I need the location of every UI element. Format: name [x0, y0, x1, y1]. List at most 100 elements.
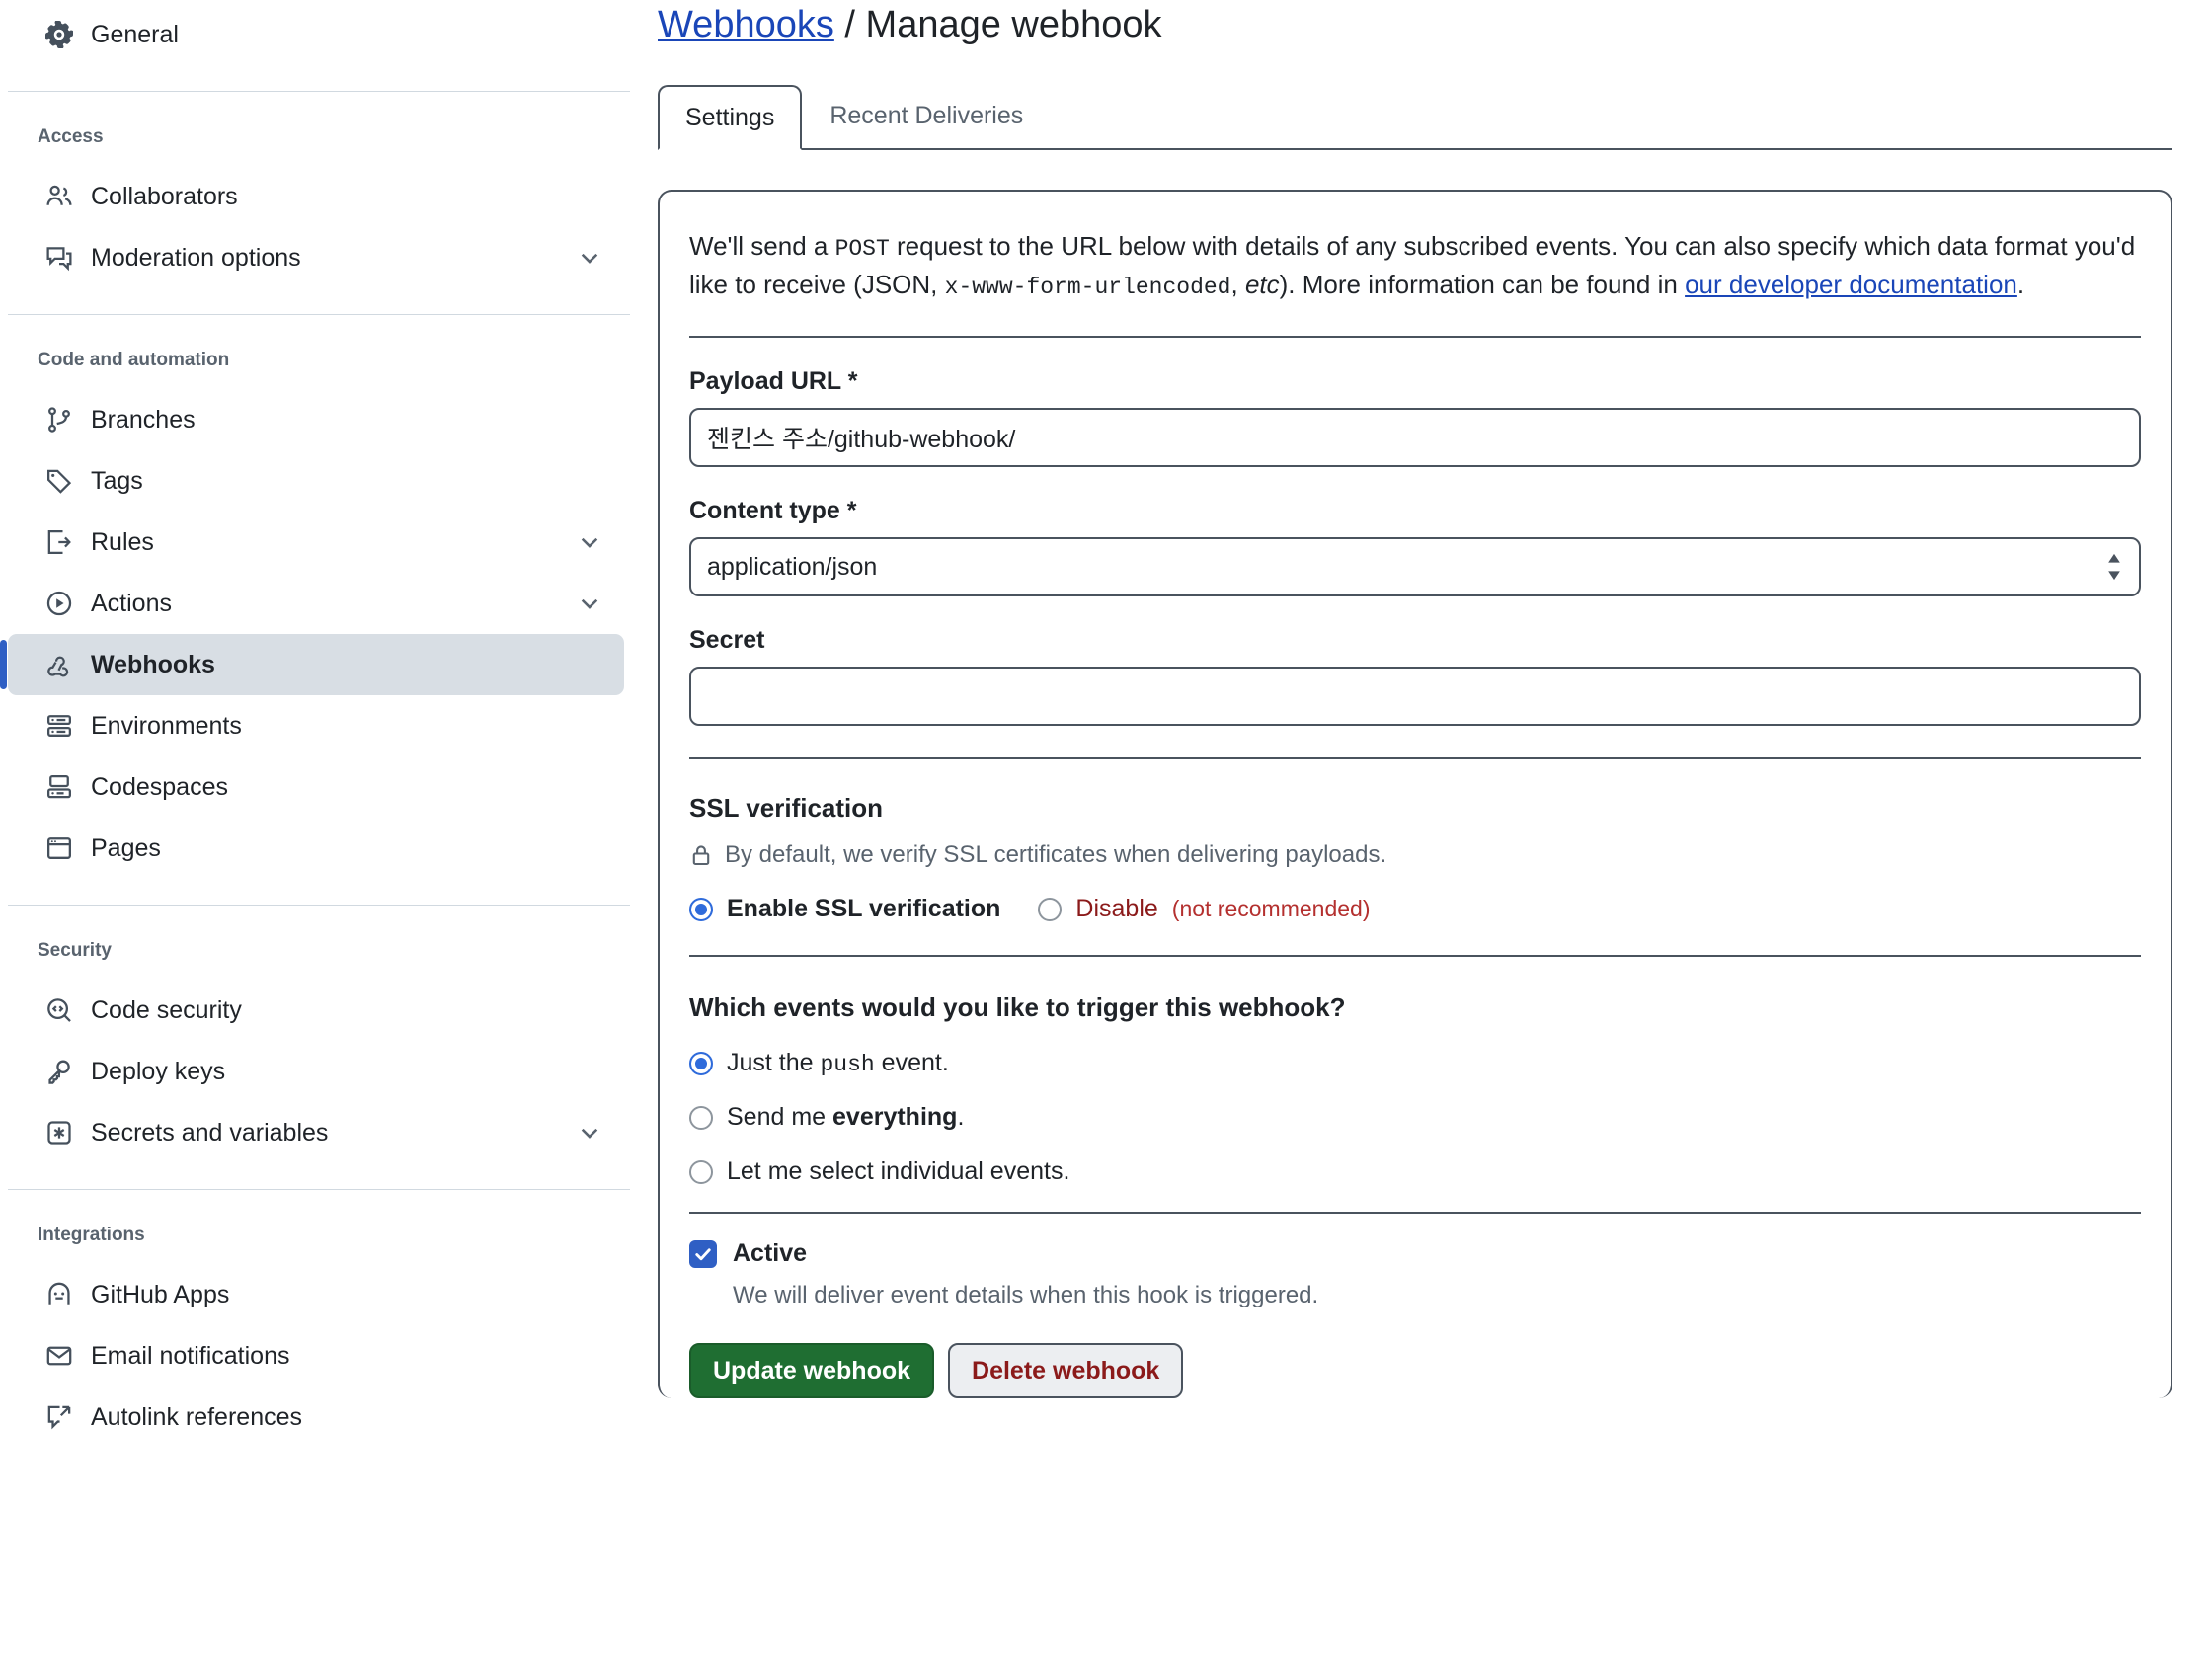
event-option-push[interactable]: Just the push event.	[689, 1049, 2141, 1077]
sidebar-item-label: Secrets and variables	[91, 1119, 559, 1148]
sidebar-item-general[interactable]: General	[8, 4, 624, 65]
radio-button[interactable]	[689, 1160, 713, 1184]
sidebar-item-secrets-and-variables[interactable]: Secrets and variables	[8, 1102, 624, 1163]
sidebar-item-label: Rules	[91, 528, 559, 557]
event-option-everything[interactable]: Send me everything.	[689, 1103, 2141, 1132]
sidebar-group-title: Integrations	[0, 1226, 632, 1244]
events-radio-group: Just the push event. Send me everything.…	[689, 1049, 2141, 1186]
event-option-everything-label: Send me everything.	[727, 1103, 964, 1132]
event-everything-strong: everything	[832, 1103, 957, 1131]
select-updown-icon	[2105, 551, 2123, 583]
sidebar-item-webhooks[interactable]: Webhooks	[8, 634, 624, 695]
intro-etc: etc	[1245, 270, 1280, 299]
sidebar-item-label: Branches	[91, 406, 602, 435]
sidebar-group-access: Access Collaborators Moderation options	[0, 127, 632, 288]
sidebar-item-label: Webhooks	[91, 651, 602, 679]
key-icon	[45, 1058, 73, 1085]
push-event-code: push	[821, 1052, 875, 1077]
ssl-enable-option[interactable]: Enable SSL verification	[689, 895, 1000, 923]
sidebar-item-deploy-keys[interactable]: Deploy keys	[8, 1041, 624, 1102]
sidebar-item-code-security[interactable]: Code security	[8, 980, 624, 1041]
ssl-note: By default, we verify SSL certificates w…	[689, 841, 2141, 869]
chevron-down-icon[interactable]	[577, 1120, 602, 1146]
sidebar-item-pages[interactable]: Pages	[8, 818, 624, 879]
section-divider	[689, 757, 2141, 759]
delete-webhook-button[interactable]: Delete webhook	[948, 1343, 1183, 1398]
sidebar-item-environments[interactable]: Environments	[8, 695, 624, 756]
chevron-down-icon[interactable]	[577, 245, 602, 271]
sidebar-divider	[8, 905, 630, 906]
event-everything-post: .	[957, 1103, 964, 1131]
repo-settings-sidebar: General Access Collaborators Moderation …	[0, 0, 632, 1663]
payload-url-label: Payload URL *	[689, 367, 2141, 396]
sidebar-item-label: Autolink references	[91, 1403, 602, 1432]
active-checkbox[interactable]	[689, 1240, 717, 1268]
chevron-down-icon[interactable]	[577, 529, 602, 555]
ssl-disable-option[interactable]: Disable (not recommended)	[1038, 895, 1370, 923]
intro-text: We'll send a POST request to the URL bel…	[689, 227, 2141, 304]
settings-page: General Access Collaborators Moderation …	[0, 0, 2212, 1663]
server-icon	[45, 712, 73, 740]
webhook-settings-card: We'll send a POST request to the URL bel…	[658, 190, 2172, 1398]
radio-button[interactable]	[689, 1106, 713, 1130]
update-webhook-button[interactable]: Update webhook	[689, 1343, 934, 1398]
content-type-select[interactable]: application/json	[689, 537, 2141, 596]
event-option-individual[interactable]: Let me select individual events.	[689, 1157, 2141, 1186]
tab-recent-deliveries[interactable]: Recent Deliveries	[802, 83, 1051, 148]
active-checkbox-row[interactable]: Active	[689, 1239, 2141, 1268]
lock-icon	[689, 843, 713, 867]
sidebar-item-autolink-references[interactable]: Autolink references	[8, 1386, 624, 1448]
sidebar-item-label: GitHub Apps	[91, 1281, 602, 1309]
secret-field: Secret	[689, 626, 2141, 726]
section-divider	[689, 955, 2141, 957]
sidebar-item-moderation-options[interactable]: Moderation options	[8, 227, 624, 288]
sidebar-group-title: Code and automation	[0, 351, 632, 369]
event-option-individual-label: Let me select individual events.	[727, 1157, 1069, 1186]
sidebar-item-label: Moderation options	[91, 244, 559, 273]
sidebar-item-label: Collaborators	[91, 183, 602, 211]
form-actions: Update webhook Delete webhook	[689, 1343, 2141, 1398]
radio-button[interactable]	[689, 898, 713, 921]
page-title: Manage webhook	[866, 4, 1162, 45]
sidebar-group-code-automation: Code and automation Branches Tags Rules	[0, 351, 632, 879]
sidebar-item-label: Email notifications	[91, 1342, 602, 1371]
gear-icon	[45, 21, 73, 48]
sidebar-item-label: Deploy keys	[91, 1058, 602, 1086]
rules-icon	[45, 528, 73, 556]
sidebar-item-branches[interactable]: Branches	[8, 389, 624, 450]
tab-nav: Settings Recent Deliveries	[658, 85, 2172, 150]
sidebar-item-actions[interactable]: Actions	[8, 573, 624, 634]
sidebar-divider	[8, 1189, 630, 1190]
sidebar-item-rules[interactable]: Rules	[8, 512, 624, 573]
code-scan-icon	[45, 996, 73, 1024]
secret-input[interactable]	[689, 667, 2141, 726]
ssl-note-text: By default, we verify SSL certificates w…	[725, 841, 1386, 869]
apps-icon	[45, 1281, 73, 1308]
ssl-enable-label: Enable SSL verification	[727, 895, 1000, 923]
sidebar-item-label: Tags	[91, 467, 602, 496]
section-divider	[689, 1212, 2141, 1214]
breadcrumb-separator: /	[844, 4, 855, 45]
payload-url-field: Payload URL *	[689, 367, 2141, 467]
content-type-label: Content type *	[689, 497, 2141, 525]
content-type-code: x-www-form-urlencoded	[945, 275, 1231, 300]
sidebar-item-codespaces[interactable]: Codespaces	[8, 756, 624, 818]
radio-button[interactable]	[689, 1052, 713, 1075]
radio-button[interactable]	[1038, 898, 1062, 921]
content-type-field: Content type * application/json	[689, 497, 2141, 596]
ssl-radio-group: Enable SSL verification Disable (not rec…	[689, 895, 2141, 923]
tab-settings[interactable]: Settings	[658, 85, 802, 150]
sidebar-item-label: Actions	[91, 590, 559, 618]
active-label: Active	[733, 1239, 807, 1268]
sidebar-item-collaborators[interactable]: Collaborators	[8, 166, 624, 227]
codespaces-icon	[45, 773, 73, 801]
breadcrumb-webhooks-link[interactable]: Webhooks	[658, 4, 834, 45]
asterisk-box-icon	[45, 1119, 73, 1147]
sidebar-item-github-apps[interactable]: GitHub Apps	[8, 1264, 624, 1325]
payload-url-input[interactable]	[689, 408, 2141, 467]
sidebar-item-email-notifications[interactable]: Email notifications	[8, 1325, 624, 1386]
sidebar-group-title: Security	[0, 941, 632, 960]
developer-documentation-link[interactable]: our developer documentation	[1685, 270, 2017, 299]
chevron-down-icon[interactable]	[577, 591, 602, 616]
sidebar-item-tags[interactable]: Tags	[8, 450, 624, 512]
